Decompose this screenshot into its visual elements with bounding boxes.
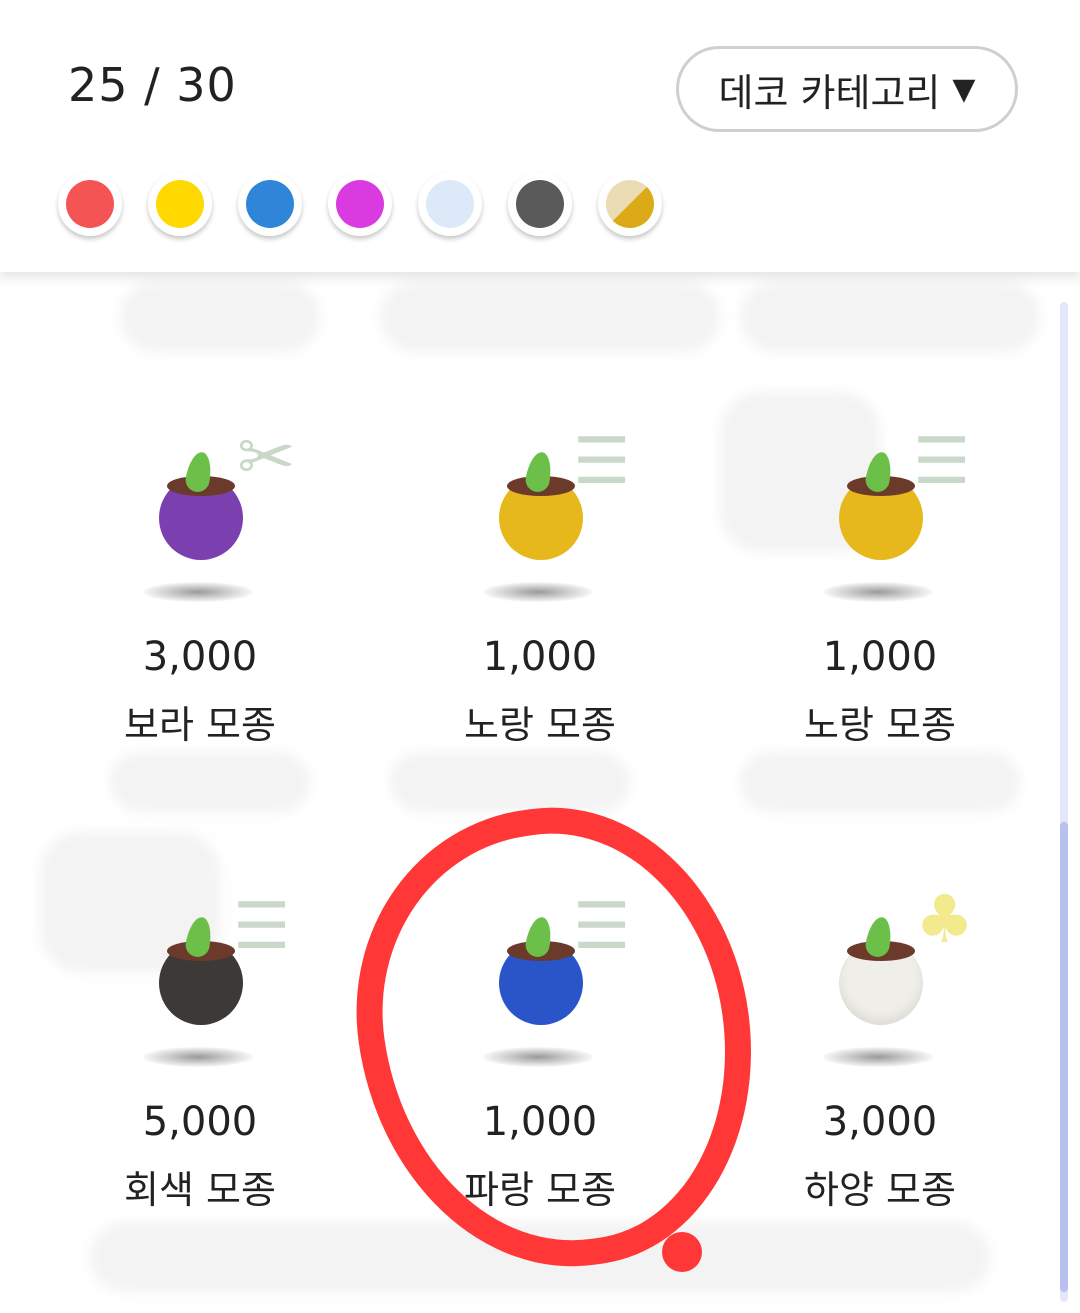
- color-swatch-beige-gold[interactable]: [598, 172, 662, 236]
- color-swatch-gray[interactable]: [508, 172, 572, 236]
- item-price: 3,000: [822, 1099, 938, 1145]
- color-swatch-magenta[interactable]: [328, 172, 392, 236]
- color-swatch-yellow[interactable]: [148, 172, 212, 236]
- scrollbar-thumb[interactable]: [1060, 822, 1068, 1292]
- bench-icon: ☰: [913, 425, 971, 499]
- item-price: 1,000: [822, 634, 938, 680]
- bench-icon: ☰: [233, 890, 291, 964]
- shop-item[interactable]: ✂ 3,000 보라 모종: [124, 390, 465, 747]
- red-annotation-dot: [662, 1232, 702, 1272]
- tree-bench-icon: ♣: [915, 881, 975, 958]
- pot-shadow: [823, 582, 933, 602]
- color-filter-row: [58, 172, 662, 236]
- item-counter: 25 / 30: [68, 58, 237, 112]
- item-name: 회색 모종: [124, 1168, 276, 1212]
- color-swatch-red[interactable]: [58, 172, 122, 236]
- scrollbar[interactable]: [1060, 302, 1068, 1302]
- color-swatch-light-blue[interactable]: [418, 172, 482, 236]
- shop-item[interactable]: ☰ 1,000 노랑 모종: [804, 390, 1080, 747]
- dropdown-arrow-icon: ▼: [952, 71, 976, 107]
- header-bar: 25 / 30 데코 카테고리 ▼: [0, 0, 1080, 272]
- pot-shadow: [483, 582, 593, 602]
- pot-shadow: [143, 1047, 253, 1067]
- item-price: 1,000: [482, 634, 598, 680]
- item-price: 5,000: [142, 1099, 258, 1145]
- bench-icon: ☰: [573, 425, 631, 499]
- item-name: 하양 모종: [804, 1168, 956, 1212]
- item-price: 3,000: [142, 634, 258, 680]
- color-swatch-blue[interactable]: [238, 172, 302, 236]
- shop-item[interactable]: ☰ 1,000 노랑 모종: [464, 390, 805, 747]
- category-label: 데코 카테고리: [718, 70, 941, 115]
- pot-shadow: [143, 582, 253, 602]
- item-name: 보라 모종: [124, 703, 276, 747]
- item-name: 노랑 모종: [804, 703, 956, 747]
- shop-item[interactable]: ♣ 3,000 하양 모종: [804, 855, 1080, 1213]
- item-name: 노랑 모종: [464, 703, 616, 747]
- pot-shadow: [823, 1047, 933, 1067]
- category-dropdown-button[interactable]: 데코 카테고리 ▼: [676, 46, 1018, 132]
- scissors-icon: ✂: [237, 416, 296, 498]
